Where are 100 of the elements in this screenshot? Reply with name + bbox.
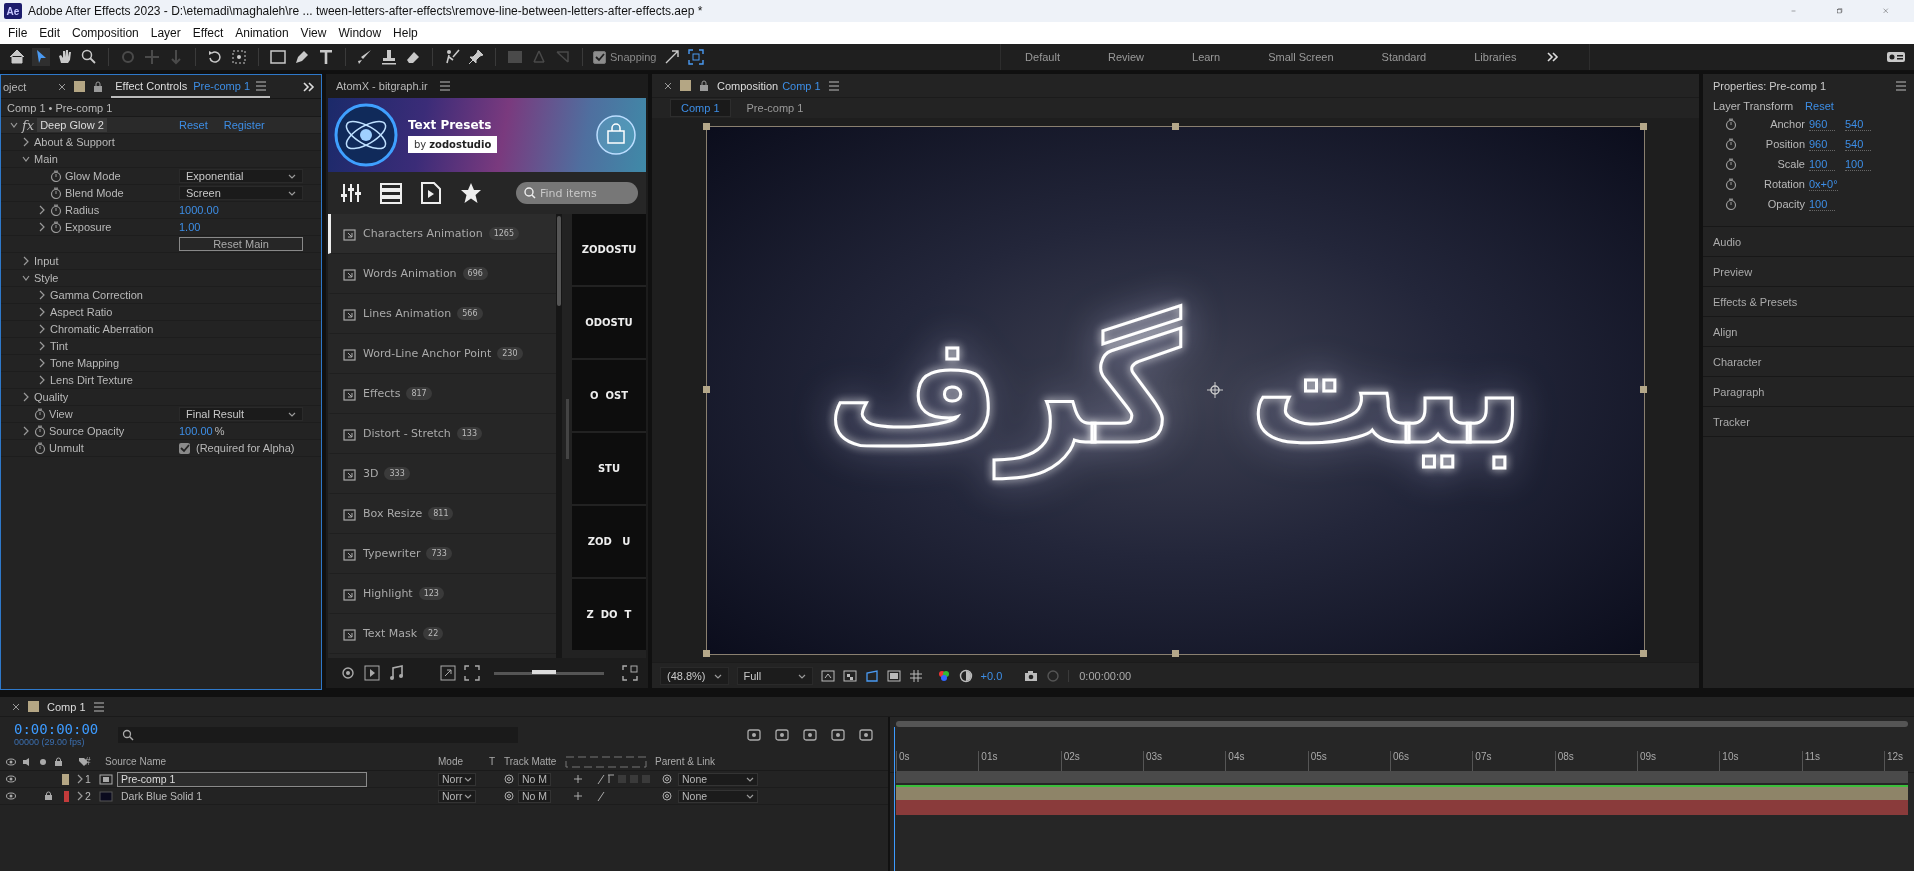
panel-title[interactable]: AtomX - bitgraph.ir (336, 80, 428, 92)
preview-thumbnail[interactable]: ZODOSTU (572, 214, 646, 285)
menu-item[interactable]: Effect (186, 26, 230, 40)
chevron-right-icon[interactable] (37, 306, 47, 318)
column-header[interactable]: Mode (438, 756, 489, 767)
group-label[interactable]: Input (34, 255, 59, 267)
property-value[interactable]: 100 (1845, 157, 1871, 171)
eye-icon[interactable] (6, 774, 16, 784)
close-icon[interactable] (58, 82, 67, 91)
stopwatch-icon[interactable] (50, 221, 62, 233)
chevron-right-icon[interactable] (37, 289, 47, 301)
category-item[interactable]: Text Mask 22 (328, 614, 556, 654)
close-icon[interactable] (12, 702, 20, 711)
guides-icon[interactable] (886, 668, 901, 683)
composition-tab[interactable]: Composition Comp 1 (717, 79, 821, 92)
draft-3d-icon[interactable] (774, 727, 790, 743)
category-item[interactable]: Box Resize 811 (328, 494, 556, 534)
group-label[interactable]: Tone Mapping (50, 357, 120, 369)
mode-dropdown[interactable]: Norr (438, 772, 477, 786)
workspace-tab[interactable]: Learn (1168, 51, 1245, 63)
double-chevron-icon[interactable] (1546, 51, 1560, 63)
transform-handle[interactable] (703, 122, 710, 130)
chevron-right-icon[interactable] (75, 790, 85, 802)
shopping-bag-icon[interactable] (596, 115, 636, 155)
category-item[interactable]: 3D 333 (328, 454, 556, 494)
chevron-right-icon[interactable] (37, 323, 47, 335)
stopwatch-icon[interactable] (50, 170, 62, 182)
menu-icon[interactable] (439, 81, 450, 91)
graph-editor-icon[interactable] (858, 727, 874, 743)
chevron-right-icon[interactable] (37, 221, 47, 233)
preview-thumbnail[interactable]: ODOSTU (572, 287, 646, 358)
property-value[interactable]: 1000.00 (179, 204, 219, 216)
register-link[interactable]: Register (223, 119, 265, 131)
reset-link[interactable]: Reset (179, 119, 208, 131)
music-note-icon[interactable] (388, 665, 404, 681)
hand-icon[interactable] (56, 48, 74, 66)
roto-brush-icon[interactable] (443, 48, 461, 66)
reset-link[interactable]: Reset (1805, 100, 1834, 112)
preview-thumbnail[interactable]: STU (572, 433, 646, 504)
group-label[interactable]: Gamma Correction (50, 289, 143, 301)
menu-item[interactable]: Help (387, 26, 424, 40)
stopwatch-icon[interactable] (1725, 158, 1737, 170)
current-time[interactable]: 0:00:00:00 (14, 721, 99, 737)
stamp-icon[interactable] (380, 48, 398, 66)
lock-icon[interactable] (93, 81, 104, 92)
comp-tab[interactable]: Pre-comp 1 (736, 100, 814, 116)
dropdown[interactable]: Exponential (179, 169, 303, 183)
chevron-right-icon[interactable] (37, 340, 47, 352)
menu-icon[interactable] (93, 701, 104, 712)
transform-handle[interactable] (1171, 122, 1179, 130)
list-icon[interactable] (380, 182, 402, 204)
expand-icon[interactable] (440, 665, 456, 681)
menu-icon[interactable] (828, 80, 839, 91)
flowchart-icon[interactable] (746, 727, 762, 743)
chevron-right-icon[interactable] (21, 391, 31, 403)
play-icon[interactable] (364, 665, 380, 681)
property-value[interactable]: 960 (1809, 117, 1835, 131)
comp-tab[interactable]: Comp 1 (670, 99, 731, 117)
menu-item[interactable]: Composition (66, 26, 145, 40)
sliders-icon[interactable] (340, 182, 362, 204)
column-header[interactable]: Source Name (105, 756, 438, 767)
property-value[interactable]: 100 (1809, 197, 1835, 211)
column-header[interactable]: Track Matte (504, 756, 565, 767)
menu-item[interactable]: Animation (229, 26, 295, 40)
lock-icon[interactable] (43, 791, 54, 801)
menu-icon[interactable] (256, 80, 267, 91)
chevron-right-icon[interactable] (21, 136, 31, 148)
panel-tab[interactable]: oject (3, 80, 27, 93)
stopwatch-icon[interactable] (1725, 118, 1737, 130)
search-icon[interactable] (80, 48, 98, 66)
dropdown[interactable]: Final Result (179, 407, 303, 421)
track-matte-dropdown[interactable]: No M (518, 789, 552, 803)
stopwatch-icon[interactable] (1725, 198, 1737, 210)
group-label[interactable]: Aspect Ratio (50, 306, 113, 318)
rotate-icon[interactable] (206, 48, 224, 66)
snapping-checkbox[interactable] (593, 50, 606, 64)
category-item[interactable]: Highlight 123 (328, 574, 556, 614)
search-field[interactable]: Find items (516, 182, 638, 204)
mode-dropdown[interactable]: Norr (438, 789, 477, 803)
zoom-dropdown[interactable]: (48.8%) (660, 666, 729, 685)
target-icon[interactable] (340, 665, 356, 681)
focus-frame-icon[interactable] (686, 48, 705, 66)
workspace-settings-icon[interactable] (1886, 50, 1906, 64)
camera-icon[interactable] (1024, 668, 1039, 683)
stopwatch-icon[interactable] (50, 204, 62, 216)
pen-icon[interactable] (293, 48, 311, 66)
preview-thumbnail[interactable]: Z DO T (572, 579, 646, 650)
menu-item[interactable]: Edit (33, 26, 67, 40)
property-value[interactable]: 540 (1845, 137, 1871, 151)
grid-view-icon[interactable] (622, 665, 638, 681)
track-matte-dropdown[interactable]: No M (518, 772, 552, 786)
transform-handle[interactable] (1640, 649, 1647, 657)
stopwatch-icon[interactable] (34, 442, 46, 454)
close-icon[interactable] (664, 81, 672, 90)
workspace-tab[interactable]: Small Screen (1244, 51, 1358, 63)
chevron-right-icon[interactable] (21, 425, 31, 437)
layer-name[interactable]: Dark Blue Solid 1 (117, 788, 207, 804)
timecode[interactable]: 0:00:00:00 (1068, 669, 1142, 682)
color-channels-icon[interactable] (936, 668, 951, 683)
transform-handle[interactable] (703, 386, 710, 393)
